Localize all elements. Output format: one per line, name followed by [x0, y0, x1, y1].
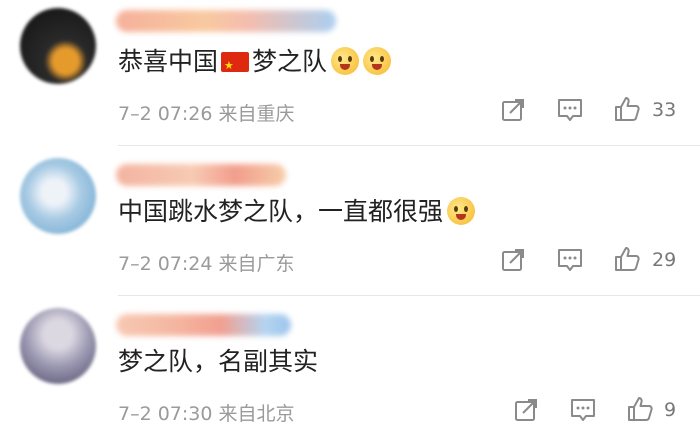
comment-text-part1: 梦之队，名副其实 — [118, 347, 319, 376]
comment-text-part2: 梦之队 — [252, 47, 328, 76]
comment-item: 中国跳水梦之队，一直都很强 7–2 07:24 来自广东 29 — [0, 150, 700, 298]
share-icon[interactable] — [500, 97, 526, 123]
username-blurred[interactable] — [116, 164, 286, 186]
like-count: 29 — [652, 249, 677, 271]
thumbs-up-icon[interactable] — [626, 395, 654, 423]
comment-item: 梦之队，名副其实 7–2 07:30 来自北京 9 — [0, 300, 700, 448]
thumbs-up-icon[interactable] — [613, 95, 641, 123]
avatar[interactable] — [20, 8, 96, 84]
action-bar: 33 — [0, 95, 700, 125]
comment-text: 恭喜中国 梦之队 — [118, 46, 392, 82]
divider — [118, 145, 700, 146]
avatar[interactable] — [20, 308, 96, 384]
grinning-face-emoji — [331, 47, 360, 75]
comment-icon[interactable] — [556, 97, 584, 123]
username-blurred[interactable] — [116, 314, 291, 336]
share-icon[interactable] — [513, 397, 539, 423]
thumbs-up-icon[interactable] — [613, 245, 641, 273]
action-bar: 9 — [0, 395, 700, 425]
like-count: 9 — [664, 399, 677, 421]
comment-text-part1: 中国跳水梦之队，一直都很强 — [118, 197, 444, 226]
username-blurred[interactable] — [116, 10, 336, 32]
comment-icon[interactable] — [569, 397, 597, 423]
china-flag-emoji — [221, 50, 250, 82]
comment-text-part1: 恭喜中国 — [118, 47, 219, 76]
grinning-face-emoji — [363, 47, 392, 75]
avatar[interactable] — [20, 158, 96, 234]
comment-text: 梦之队，名副其实 — [118, 346, 318, 378]
divider — [118, 295, 700, 296]
comment-text: 中国跳水梦之队，一直都很强 — [118, 196, 476, 228]
action-bar: 29 — [0, 245, 700, 275]
like-count: 33 — [652, 99, 677, 121]
comment-icon[interactable] — [556, 247, 584, 273]
comment-item: 恭喜中国梦之队 7–2 07:26 来自重庆 33 — [0, 0, 700, 148]
grinning-face-emoji — [447, 197, 476, 225]
share-icon[interactable] — [500, 247, 526, 273]
